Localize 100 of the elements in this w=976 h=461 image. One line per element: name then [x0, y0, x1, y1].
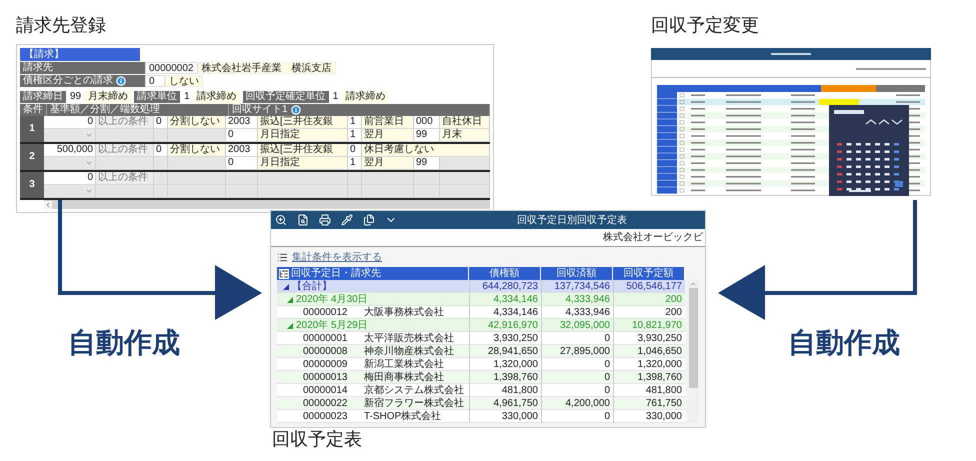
section-header: 【請求】 [20, 48, 140, 61]
condition-label: 以上の条件 [96, 116, 154, 128]
value-cell: 分割しない [168, 116, 226, 128]
code-cell[interactable]: 0 [226, 157, 258, 169]
code-cell[interactable]: 0 [226, 129, 258, 141]
value-cell: 振込[三井住友銀 [258, 144, 348, 156]
customer-row[interactable]: 00000023 T-SHOP株式会社 330,000 0 330,000 [277, 410, 685, 423]
customer-code: 00000014 [303, 384, 348, 397]
section-title: 回収予定表 [272, 428, 362, 450]
field-label: 債権区分ごとの請求 [20, 75, 145, 87]
chevron-down-icon [85, 187, 93, 195]
value-field: 請求締め [194, 91, 240, 103]
customer-code: 00000013 [303, 371, 348, 384]
show-conditions-link[interactable]: 集計条件を表示する [292, 250, 382, 264]
condition-label: 以上の条件 [96, 144, 154, 156]
file-search-icon[interactable] [297, 214, 309, 226]
code-cell[interactable]: 0 [154, 144, 168, 156]
group-label: 2020年 5月29日 [296, 319, 368, 332]
vertical-scrollbar[interactable] [687, 280, 699, 423]
total-row[interactable]: 【合計】 644,280,723 137,734,546 506,546,177 [277, 280, 685, 293]
value-cell: 月日指定 [258, 157, 348, 169]
customer-name: 新宿フラワー株式会社 [364, 397, 464, 410]
printer-icon[interactable] [319, 214, 331, 226]
code-cell[interactable]: 0 [348, 144, 362, 156]
value-cell: 自社休日 [440, 116, 490, 128]
customer-row[interactable]: 00000001 太平洋販売株式会社 3,930,250 0 3,930,250 [277, 332, 685, 345]
code-field[interactable]: 00000002 [145, 62, 198, 74]
customer-row[interactable]: 00000012 大阪事務株式会社 4,334,146 4,333,946 200 [277, 306, 685, 319]
code-field[interactable]: 1 [328, 91, 342, 103]
code-cell[interactable]: 000 [414, 116, 440, 128]
horizontal-scrollbar[interactable] [44, 200, 490, 209]
company-name: 株式会社オービックビ [603, 230, 703, 245]
value-field: しない [165, 75, 203, 87]
value-cell: 分割しない [168, 144, 226, 156]
auto-create-label: 自動作成 [68, 326, 180, 360]
value-cell: 翌月 [362, 129, 414, 141]
auto-create-label: 自動作成 [788, 326, 900, 360]
customer-code: 00000001 [303, 332, 348, 345]
expanded-triangle-icon[interactable] [283, 284, 289, 290]
field-label: 回収予定確定単位 [242, 91, 329, 103]
row-number: 3 [20, 172, 44, 198]
customer-name: 新潟工業株式会社 [364, 358, 444, 371]
value-field: 株式会社岩手産業 横浜支店 [198, 62, 336, 74]
scrollbar-thumb[interactable] [688, 288, 698, 388]
customer-code: 00000022 [303, 397, 348, 410]
field-label: 請求単位 [134, 91, 180, 103]
customer-name: 梅田商事株式会社 [364, 371, 444, 384]
code-cell[interactable]: 1 [348, 129, 362, 141]
value-cell: 月日指定 [258, 129, 348, 141]
code-cell[interactable]: 1 [348, 116, 362, 128]
customer-code: 00000023 [303, 410, 348, 423]
customer-row[interactable]: 00000014 京都システム株式会社 481,800 0 481,800 [277, 384, 685, 397]
dropdown-cell[interactable] [44, 129, 96, 141]
value-cell: 前営業日 [362, 116, 414, 128]
files-icon[interactable] [363, 214, 375, 226]
chevron-down-icon [85, 159, 93, 167]
amount-value: 0 [541, 410, 613, 423]
zoom-in-icon[interactable] [275, 214, 287, 226]
code-cell[interactable]: 99 [414, 129, 440, 141]
customer-row[interactable]: 00000008 神奈川物産株式会社 28,941,650 27,895,000 1,046,650 [277, 345, 685, 358]
info-icon [116, 76, 126, 86]
value-field: 請求締め [342, 91, 388, 103]
customer-name: 京都システム株式会社 [364, 384, 464, 397]
group-label: 【合計】 [292, 280, 332, 293]
field-label: 請求先 [20, 62, 145, 74]
customer-row[interactable]: 00000013 梅田商事株式会社 1,398,760 0 1,398,760 [277, 371, 685, 384]
code-cell[interactable]: 0 [154, 116, 168, 128]
customer-row[interactable]: 00000009 新潟工業株式会社 1,320,000 0 1,320,000 [277, 358, 685, 371]
code-field[interactable]: 0 [145, 75, 165, 87]
customer-name: 神奈川物産株式会社 [364, 345, 454, 358]
value-cell: 休日考慮しない [362, 144, 490, 156]
row-number: 2 [20, 144, 44, 170]
code-cell[interactable]: 2003 [226, 144, 258, 156]
amount-value: 330,000 [469, 410, 541, 423]
row-number: 1 [20, 116, 44, 142]
chevron-up-icon [689, 280, 697, 288]
customer-row[interactable]: 00000022 新宿フラワー株式会社 4,961,750 4,200,000 761,750 [277, 397, 685, 410]
expanded-triangle-icon[interactable] [287, 296, 293, 302]
value-cell: 振込[三井住友銀 [258, 116, 348, 128]
code-cell[interactable]: 99 [414, 157, 440, 169]
value-field: 月末締め [85, 91, 132, 103]
section-title: 回収予定変更 [651, 14, 759, 36]
code-cell[interactable]: 2003 [226, 116, 258, 128]
field-label: 請求締日 [20, 91, 66, 103]
window-title: 回収予定日別回収予定表 [517, 214, 627, 228]
pipette-icon[interactable] [341, 214, 353, 226]
customer-code: 00000009 [303, 358, 348, 371]
dropdown-cell[interactable] [44, 157, 96, 169]
section-title: 請求先登録 [16, 14, 106, 36]
customer-name: 太平洋販売株式会社 [364, 332, 454, 345]
expanded-triangle-icon[interactable] [287, 322, 293, 328]
value-cell: 翌月 [362, 157, 414, 169]
chevron-left-icon [44, 200, 52, 208]
list-icon [277, 252, 288, 262]
info-icon [290, 105, 301, 115]
customer-name: 大阪事務株式会社 [364, 306, 444, 319]
condition-label: 以上の条件 [96, 172, 154, 184]
code-cell[interactable]: 1 [348, 157, 362, 169]
dropdown-cell[interactable] [44, 185, 96, 197]
customer-name: T-SHOP株式会社 [364, 410, 442, 423]
